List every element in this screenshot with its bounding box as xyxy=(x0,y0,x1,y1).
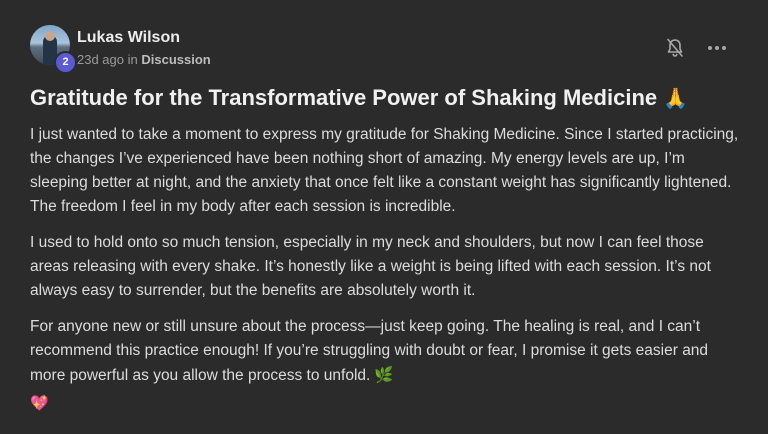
meta-in-label: in xyxy=(127,52,138,67)
post-header: 2 Lukas Wilson 23d ago in Discussion xyxy=(30,25,738,74)
more-horizontal-icon[interactable] xyxy=(706,37,728,59)
paragraph-3-text: For anyone new or still unsure about the… xyxy=(30,318,709,384)
author-name[interactable]: Lukas Wilson xyxy=(77,29,180,47)
paragraph-1: I just wanted to take a moment to expres… xyxy=(30,126,739,215)
post-meta: 23d ago in Discussion xyxy=(77,52,211,67)
post-title: Gratitude for the Transformative Power o… xyxy=(30,85,750,111)
paragraph-2: I used to hold onto so much tension, esp… xyxy=(30,234,711,299)
post-time: 23d ago xyxy=(77,52,124,67)
author-avatar[interactable]: 2 xyxy=(30,25,77,74)
post-actions xyxy=(664,37,728,59)
bell-off-icon[interactable] xyxy=(664,37,686,59)
paragraph-3: For anyone new or still unsure about the… xyxy=(30,315,742,388)
praying-hands-emoji: 🙏 xyxy=(663,86,689,110)
avatar-head xyxy=(45,31,55,41)
post-title-text: Gratitude for the Transformative Power o… xyxy=(30,85,658,110)
post-card: 2 Lukas Wilson 23d ago in Discussion Gra… xyxy=(0,0,768,434)
post-body: I just wanted to take a moment to expres… xyxy=(30,123,742,412)
herb-leaf-emoji: 🌿 xyxy=(374,366,394,384)
category-link[interactable]: Discussion xyxy=(141,52,210,67)
level-badge: 2 xyxy=(54,51,77,74)
sparkling-heart-emoji: 💖 xyxy=(30,394,49,412)
